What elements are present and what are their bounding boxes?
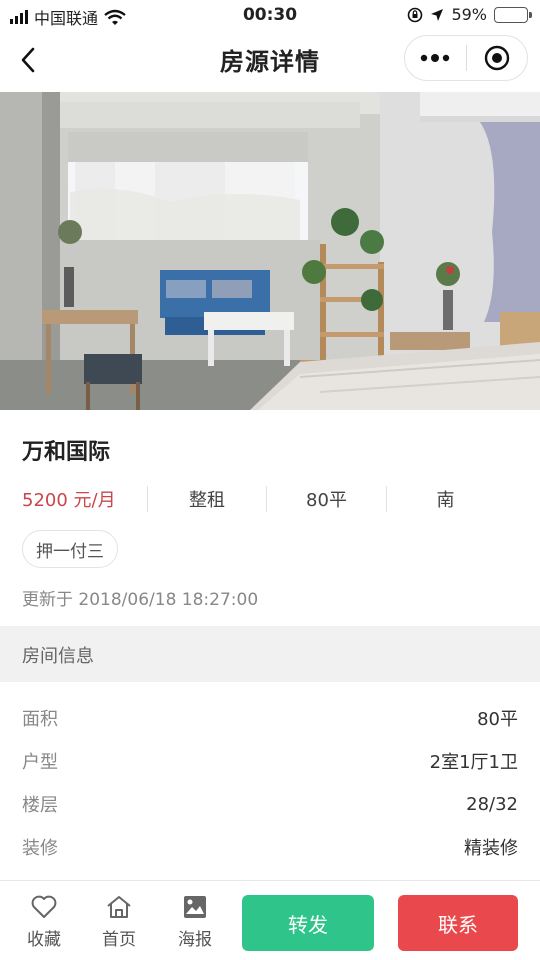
info-row-floor: 楼层 28/32 [22, 784, 518, 824]
poster-label: 海报 [178, 930, 212, 950]
close-target-icon [484, 45, 509, 71]
room-info-title: 房间信息 [22, 646, 94, 667]
battery-percent: 59% [451, 5, 487, 24]
more-icon [421, 54, 450, 62]
listing-attributes: 5200 元/月 整租 80平 南 [0, 482, 540, 516]
location-icon [431, 8, 444, 21]
share-button[interactable]: 转发 [242, 895, 374, 951]
listing-orientation: 南 [386, 486, 504, 512]
status-right: 59% [407, 5, 532, 24]
rent-type: 整租 [147, 486, 266, 512]
payment-tag: 押一付三 [22, 530, 118, 568]
poster-icon [184, 896, 206, 918]
heart-icon [31, 895, 57, 918]
favorite-label: 收藏 [27, 930, 61, 950]
favorite-button[interactable]: 收藏 [14, 893, 74, 950]
nav-bar: 房源详情 [0, 32, 540, 88]
close-button[interactable] [467, 36, 528, 80]
room-photo-carousel[interactable] [0, 92, 540, 410]
room-info-header: 房间信息 [0, 626, 540, 682]
bottom-action-bar: 收藏 首页 海报 转发 联系 [0, 880, 540, 960]
info-value: 28/32 [466, 793, 518, 815]
info-value: 精装修 [464, 838, 518, 859]
contact-button[interactable]: 联系 [398, 895, 518, 951]
info-label: 户型 [22, 752, 58, 773]
home-button[interactable]: 首页 [89, 893, 149, 950]
info-value: 80平 [477, 709, 518, 730]
battery-icon [494, 6, 532, 23]
listing-area: 80平 [266, 486, 386, 512]
home-icon [107, 896, 131, 918]
info-label: 装修 [22, 838, 58, 859]
rent-price: 5200 元/月 [22, 490, 116, 511]
info-value: 2室1厅1卫 [429, 752, 518, 773]
listing-name: 万和国际 [22, 440, 111, 465]
home-label: 首页 [102, 930, 136, 950]
info-row-layout: 户型 2室1厅1卫 [22, 741, 518, 781]
status-bar: 中国联通 00:30 59% [0, 0, 540, 32]
info-row-decoration: 装修 精装修 [22, 827, 518, 867]
miniprogram-capsule [404, 35, 528, 81]
info-label: 楼层 [22, 795, 58, 816]
more-button[interactable] [405, 36, 466, 80]
orientation-lock-icon [408, 7, 423, 22]
info-label: 面积 [22, 709, 58, 730]
poster-button[interactable]: 海报 [165, 893, 225, 950]
updated-time: 更新于 2018/06/18 18:27:00 [22, 590, 259, 610]
info-row-area: 面积 80平 [22, 698, 518, 738]
room-photo [0, 92, 540, 410]
